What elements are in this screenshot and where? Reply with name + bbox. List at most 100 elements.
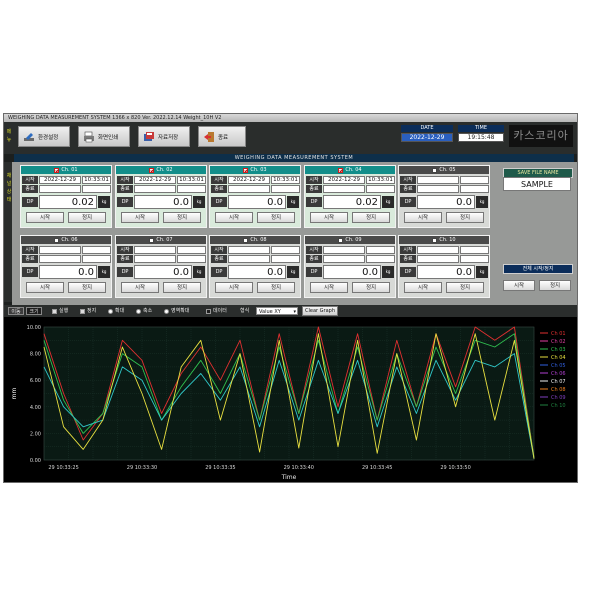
start-date-field[interactable] xyxy=(417,246,459,254)
channel-panel: Ch. 08 시작 종료 DP 0.0 kg 시작 정지 xyxy=(209,235,301,298)
data-toggle[interactable]: 데이터 xyxy=(206,307,227,315)
channel-start-button[interactable]: 시작 xyxy=(215,282,253,293)
end-time-field[interactable] xyxy=(177,185,206,193)
channel-checkbox[interactable] xyxy=(149,237,155,243)
start-date-field[interactable] xyxy=(134,246,176,254)
save-data-button[interactable]: 자료저장 xyxy=(138,126,190,147)
format-select[interactable]: Value XY ▾ xyxy=(256,307,298,315)
option-zoom-out[interactable]: 축소 xyxy=(136,307,152,315)
channel-checkbox[interactable] xyxy=(432,167,438,173)
channel-stop-button[interactable]: 정지 xyxy=(352,282,390,293)
end-time-field[interactable] xyxy=(366,185,395,193)
end-time-field[interactable] xyxy=(366,255,395,263)
channel-stop-button[interactable]: 정지 xyxy=(352,212,390,223)
start-time-field[interactable] xyxy=(82,246,111,254)
tab-move[interactable]: 이동 xyxy=(8,307,24,315)
end-time-field[interactable] xyxy=(460,185,489,193)
date-label: DATE xyxy=(401,125,453,132)
channel-checkbox[interactable] xyxy=(338,237,344,243)
end-date-field[interactable] xyxy=(39,255,81,263)
legend-label: Ch 04 xyxy=(551,355,566,361)
channel-checkbox[interactable] xyxy=(243,167,249,173)
start-time-field[interactable]: 10:33:01 xyxy=(366,176,395,184)
dp-label: DP xyxy=(22,267,38,277)
end-date-field[interactable] xyxy=(228,185,270,193)
start-time-field[interactable] xyxy=(460,246,489,254)
tab-size[interactable]: 크기 xyxy=(26,307,42,315)
start-date-field[interactable] xyxy=(323,246,365,254)
channel-start-button[interactable]: 시작 xyxy=(121,282,159,293)
exit-button[interactable]: 종료 xyxy=(198,126,246,147)
y-tick-label: 0.00 xyxy=(30,458,41,464)
start-date-field[interactable] xyxy=(39,246,81,254)
start-time-field[interactable] xyxy=(460,176,489,184)
channel-stop-button[interactable]: 정지 xyxy=(163,282,201,293)
end-time-field[interactable] xyxy=(460,255,489,263)
option-zoom-in[interactable]: 확대 xyxy=(108,307,124,315)
end-time-field[interactable] xyxy=(271,185,300,193)
end-date-field[interactable] xyxy=(323,185,365,193)
channel-checkbox[interactable] xyxy=(54,237,60,243)
channel-stop-button[interactable]: 정지 xyxy=(257,212,295,223)
end-time-field[interactable] xyxy=(82,185,111,193)
option-run[interactable]: 실행 xyxy=(52,307,68,315)
settings-button[interactable]: 환경설정 xyxy=(18,126,70,147)
start-time-field[interactable]: 10:33:01 xyxy=(177,176,206,184)
channel-start-button[interactable]: 시작 xyxy=(215,212,253,223)
end-time-field[interactable] xyxy=(177,255,206,263)
channel-stop-button[interactable]: 정지 xyxy=(68,282,106,293)
channel-start-button[interactable]: 시작 xyxy=(404,282,442,293)
channel-stop-button[interactable]: 정지 xyxy=(257,282,295,293)
end-date-field[interactable] xyxy=(417,255,459,263)
dp-label: DP xyxy=(211,267,227,277)
start-date-field[interactable]: 2022-12-29 xyxy=(323,176,365,184)
channel-name: Ch. 01 xyxy=(61,167,78,173)
end-date-field[interactable] xyxy=(39,185,81,193)
end-date-field[interactable] xyxy=(228,255,270,263)
channel-name: Ch. 06 xyxy=(61,237,78,243)
start-date-field[interactable] xyxy=(228,246,270,254)
time-label: TIME xyxy=(458,125,504,132)
x-tick-label: 29 10:33:40 xyxy=(284,465,314,471)
option-area-zoom[interactable]: 영역확대 xyxy=(164,307,189,315)
channel-start-button[interactable]: 시작 xyxy=(404,212,442,223)
end-time-field[interactable] xyxy=(82,255,111,263)
channel-stop-button[interactable]: 정지 xyxy=(446,212,484,223)
start-time-field[interactable] xyxy=(366,246,395,254)
all-start-button[interactable]: 시작 xyxy=(503,280,535,291)
save-file-name-input[interactable]: SAMPLE xyxy=(503,177,571,191)
end-date-field[interactable] xyxy=(323,255,365,263)
end-time-field[interactable] xyxy=(271,255,300,263)
start-date-field[interactable]: 2022-12-29 xyxy=(228,176,270,184)
start-label: 시작 xyxy=(211,246,227,254)
channel-checkbox[interactable] xyxy=(432,237,438,243)
channel-start-button[interactable]: 시작 xyxy=(121,212,159,223)
channel-checkbox[interactable] xyxy=(243,237,249,243)
settings-button-label: 환경설정 xyxy=(38,134,59,141)
channel-checkbox[interactable] xyxy=(338,167,344,173)
channel-stop-button[interactable]: 정지 xyxy=(68,212,106,223)
clear-graph-button[interactable]: Clear Graph xyxy=(302,306,338,316)
start-time-field[interactable]: 10:33:01 xyxy=(271,176,300,184)
print-screen-button[interactable]: 화면인쇄 xyxy=(78,126,130,147)
end-date-field[interactable] xyxy=(417,185,459,193)
channel-stop-button[interactable]: 정지 xyxy=(163,212,201,223)
start-date-field[interactable] xyxy=(417,176,459,184)
end-date-field[interactable] xyxy=(134,185,176,193)
start-time-field[interactable] xyxy=(271,246,300,254)
all-stop-button[interactable]: 정지 xyxy=(539,280,571,291)
channel-start-button[interactable]: 시작 xyxy=(26,212,64,223)
channel-start-button[interactable]: 시작 xyxy=(310,212,348,223)
channel-stop-button[interactable]: 정지 xyxy=(446,282,484,293)
start-time-field[interactable] xyxy=(177,246,206,254)
start-date-field[interactable]: 2022-12-29 xyxy=(134,176,176,184)
channel-checkbox[interactable] xyxy=(149,167,155,173)
channel-start-button[interactable]: 시작 xyxy=(26,282,64,293)
start-time-field[interactable]: 10:33:01 xyxy=(82,176,111,184)
end-date-field[interactable] xyxy=(134,255,176,263)
start-date-field[interactable]: 2022-12-29 xyxy=(39,176,81,184)
option-stop[interactable]: 정지 xyxy=(80,307,96,315)
channel-start-button[interactable]: 시작 xyxy=(310,282,348,293)
channel-checkbox[interactable] xyxy=(54,167,60,173)
unit-badge: kg xyxy=(98,196,110,208)
